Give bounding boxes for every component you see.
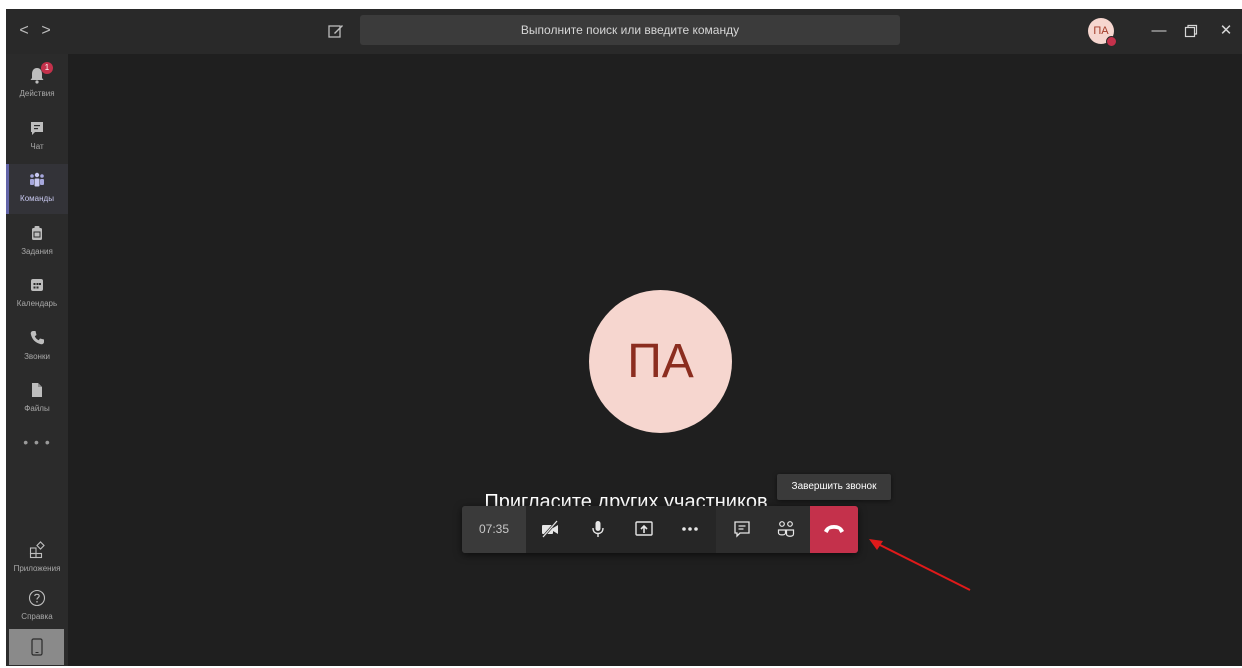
camera-off-button[interactable]: [532, 506, 568, 553]
show-conversation-button[interactable]: [724, 506, 760, 553]
rail-item-help[interactable]: Справка: [6, 582, 68, 632]
phone-device-icon: [31, 638, 43, 656]
rail-item-teams[interactable]: Команды: [6, 164, 68, 214]
rail-label-chat: Чат: [30, 142, 44, 151]
teams-window: < > Выполните поиск или введите команду …: [6, 9, 1242, 666]
rail-label-assignments: Задания: [21, 247, 53, 256]
rail-label-files: Файлы: [24, 404, 50, 413]
rail-label-teams: Команды: [20, 194, 54, 203]
file-icon: [32, 383, 42, 397]
participants-icon: [777, 521, 795, 537]
rail-label-calendar: Календарь: [16, 299, 58, 308]
rail-label-help: Справка: [21, 612, 53, 621]
back-button[interactable]: <: [16, 22, 32, 40]
show-participants-button[interactable]: [768, 506, 804, 553]
rail-item-calls[interactable]: Звонки: [6, 322, 68, 372]
phone-icon: [30, 331, 44, 345]
share-screen-icon: [635, 521, 653, 536]
apps-icon: [29, 541, 45, 559]
participant-avatar: ПА: [589, 290, 732, 433]
hangup-tooltip: Завершить звонок: [777, 474, 891, 500]
title-bar: < > Выполните поиск или введите команду …: [6, 9, 1242, 54]
call-controls-bar: 07:35: [462, 506, 858, 553]
assignments-icon: [32, 226, 42, 240]
microphone-button[interactable]: [580, 506, 616, 553]
minimize-button[interactable]: —: [1149, 20, 1169, 42]
search-input[interactable]: Выполните поиск или введите команду: [360, 15, 900, 45]
conversation-icon: [734, 521, 750, 538]
mobile-app-button[interactable]: [9, 629, 64, 665]
more-actions-button[interactable]: [672, 506, 708, 553]
hang-up-button[interactable]: [810, 506, 858, 553]
share-screen-button[interactable]: [626, 506, 662, 553]
hang-up-icon: [824, 525, 844, 533]
rail-item-calendar[interactable]: Календарь: [6, 269, 68, 319]
help-icon: [28, 589, 46, 607]
call-timer: 07:35: [462, 506, 526, 553]
rail-label-calls: Звонки: [24, 352, 50, 361]
chat-icon: [31, 122, 43, 135]
rail-label-apps: Приложения: [13, 564, 61, 573]
restore-button[interactable]: [1181, 20, 1201, 42]
more-apps-button[interactable]: • • •: [6, 434, 68, 450]
app-bar: 1 Действия Чат Команды Задания Календарь…: [6, 54, 68, 666]
close-button[interactable]: ✕: [1216, 20, 1236, 42]
notification-badge: 1: [41, 62, 53, 74]
calendar-icon: [31, 279, 43, 291]
camera-off-icon: [542, 520, 558, 538]
forward-button[interactable]: >: [38, 22, 54, 40]
annotation-arrow: [869, 539, 971, 591]
new-chat-icon[interactable]: [327, 22, 345, 40]
microphone-icon: [592, 521, 604, 537]
more-icon: [682, 527, 698, 531]
rail-item-assignments[interactable]: Задания: [6, 217, 68, 267]
presence-status-icon: [1106, 36, 1117, 47]
rail-item-apps[interactable]: Приложения: [6, 534, 68, 584]
teams-icon: [30, 172, 44, 187]
rail-label-activity: Действия: [19, 89, 55, 98]
rail-item-files[interactable]: Файлы: [6, 374, 68, 424]
rail-item-chat[interactable]: Чат: [6, 112, 68, 162]
rail-item-activity[interactable]: 1 Действия: [6, 59, 68, 109]
